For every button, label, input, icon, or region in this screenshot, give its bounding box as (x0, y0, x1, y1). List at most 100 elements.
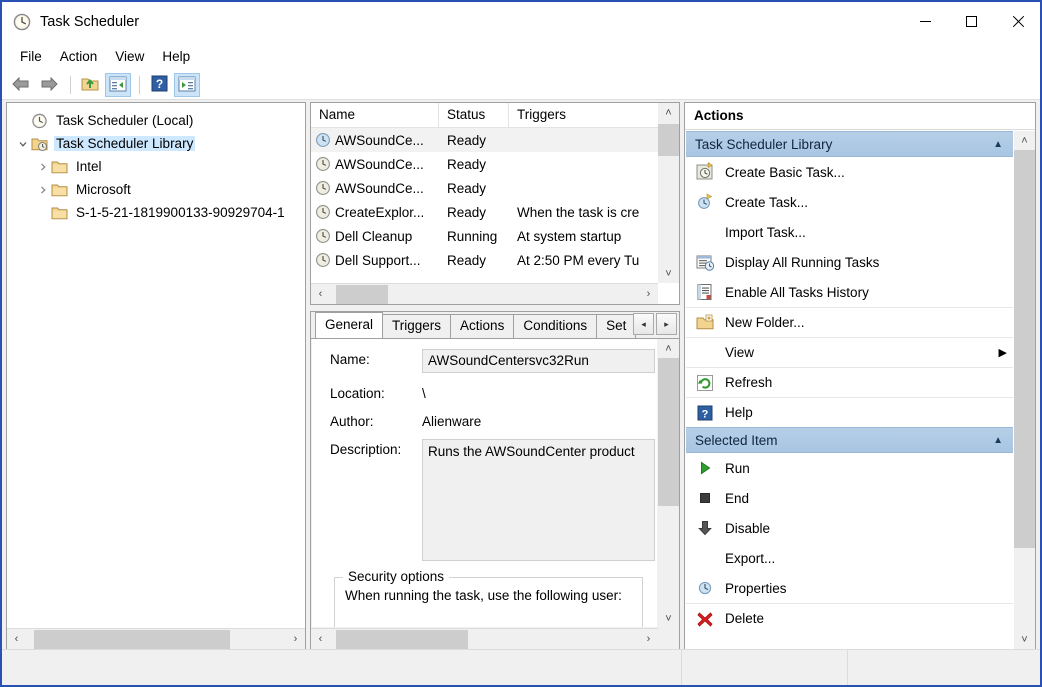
action-create-task[interactable]: Create Task... (686, 187, 1013, 217)
column-header-triggers[interactable]: Triggers (509, 103, 639, 127)
scroll-left-arrow-icon[interactable]: ‹ (7, 629, 26, 650)
scroll-right-arrow-icon[interactable]: › (286, 629, 305, 650)
task-list-hscroll-thumb[interactable] (336, 285, 388, 304)
maximize-button[interactable] (948, 2, 994, 41)
up-one-level-button[interactable] (77, 73, 103, 97)
menu-file[interactable]: File (11, 46, 51, 67)
task-list-horizontal-scrollbar[interactable]: ‹ › (311, 283, 658, 304)
task-list-vscroll-track[interactable] (658, 122, 679, 264)
tree-hscroll-thumb[interactable] (34, 630, 230, 649)
scroll-right-arrow-icon[interactable]: › (639, 284, 658, 305)
collapse-caret-icon[interactable]: ▲ (993, 435, 1003, 446)
security-options-title: Security options (343, 569, 449, 584)
show-hide-action-pane-button[interactable] (174, 73, 200, 97)
collapse-caret-icon[interactable]: ▲ (993, 139, 1003, 150)
tab-actions[interactable]: Actions (450, 314, 514, 338)
action-display-all-running-tasks[interactable]: Display All Running Tasks (686, 247, 1013, 277)
scroll-up-arrow-icon[interactable]: ˄ (658, 339, 679, 358)
column-header-name[interactable]: Name (311, 103, 439, 127)
folder-up-icon (80, 75, 100, 96)
action-disable[interactable]: Disable (686, 513, 1013, 543)
tree-item-sid-folder[interactable]: S-1-5-21-1819900133-90929704-1 (13, 201, 305, 224)
task-clock-icon (315, 252, 331, 268)
action-properties[interactable]: Properties (686, 573, 1013, 603)
tree-hscroll-track[interactable] (26, 629, 286, 650)
tree-horizontal-scrollbar[interactable]: ‹ › (7, 628, 305, 649)
scroll-down-arrow-icon[interactable]: ˅ (658, 609, 679, 628)
table-row[interactable]: Dell Cleanup Running At system startup (311, 224, 658, 248)
scroll-up-arrow-icon[interactable]: ˄ (658, 103, 679, 122)
field-description-row: Description: Runs the AWSoundCenter prod… (312, 439, 657, 561)
show-hide-console-tree-button[interactable] (105, 73, 131, 97)
details-vscroll-thumb[interactable] (658, 358, 679, 506)
actions-section-task-scheduler-library[interactable]: Task Scheduler Library ▲ (686, 131, 1013, 157)
scroll-left-arrow-icon[interactable]: ‹ (311, 284, 330, 305)
action-refresh[interactable]: Refresh (686, 367, 1013, 397)
actions-vertical-scrollbar[interactable]: ˄ ˅ (1014, 131, 1035, 649)
scroll-down-arrow-icon[interactable]: ˅ (1014, 630, 1035, 649)
details-hscroll-track[interactable] (330, 629, 639, 650)
actions-vscroll-thumb[interactable] (1014, 150, 1035, 548)
task-name: AWSoundCe... (335, 133, 424, 148)
tab-scroll-left-button[interactable]: ◂ (633, 313, 654, 335)
action-run[interactable]: Run (686, 453, 1013, 483)
help-button[interactable]: ? (146, 73, 172, 97)
actions-vscroll-track[interactable] (1014, 150, 1035, 630)
task-list-vertical-scrollbar[interactable]: ˄ ˅ (658, 103, 679, 283)
tab-triggers[interactable]: Triggers (382, 314, 451, 338)
action-delete[interactable]: Delete (686, 603, 1013, 633)
menu-view[interactable]: View (106, 46, 153, 67)
column-header-status[interactable]: Status (439, 103, 509, 127)
table-row[interactable]: AWSoundCe... Ready (311, 128, 658, 152)
scroll-down-arrow-icon[interactable]: ˅ (658, 264, 679, 283)
action-enable-all-tasks-history[interactable]: Enable All Tasks History (686, 277, 1013, 307)
scroll-left-arrow-icon[interactable]: ‹ (311, 629, 330, 650)
table-row[interactable]: AWSoundCe... Ready (311, 176, 658, 200)
details-vscroll-track[interactable] (658, 358, 679, 609)
action-view[interactable]: View ▶ (686, 337, 1013, 367)
task-list-hscroll-track[interactable] (330, 284, 639, 305)
minimize-button[interactable] (902, 2, 948, 41)
svg-text:?: ? (155, 77, 162, 91)
tree-item-task-scheduler-local[interactable]: Task Scheduler (Local) (13, 109, 305, 132)
tab-scroll-right-button[interactable]: ▸ (656, 313, 677, 335)
name-field[interactable]: AWSoundCentersvc32Run (422, 349, 655, 373)
tree-item-microsoft[interactable]: Microsoft (13, 178, 305, 201)
action-label: Create Basic Task... (725, 165, 1013, 180)
field-label-author: Author: (330, 411, 422, 429)
action-help[interactable]: ? Help (686, 397, 1013, 427)
tab-conditions[interactable]: Conditions (513, 314, 597, 338)
action-export[interactable]: Export... (686, 543, 1013, 573)
scroll-up-arrow-icon[interactable]: ˄ (1014, 131, 1035, 150)
actions-section-selected-item[interactable]: Selected Item ▲ (686, 427, 1013, 453)
field-label-name: Name: (330, 349, 422, 367)
close-button[interactable] (994, 2, 1040, 41)
tree-item-intel[interactable]: Intel (13, 155, 305, 178)
table-row[interactable]: Dell Support... Ready At 2:50 PM every T… (311, 248, 658, 272)
details-horizontal-scrollbar[interactable]: ‹ › (311, 628, 658, 649)
scroll-right-arrow-icon[interactable]: › (639, 629, 658, 650)
task-list-vscroll-thumb[interactable] (658, 124, 679, 156)
chevron-down-icon[interactable] (15, 136, 31, 152)
table-row[interactable]: AWSoundCe... Ready (311, 152, 658, 176)
import-task-icon-placeholder (695, 222, 715, 242)
menu-help[interactable]: Help (153, 46, 199, 67)
submenu-arrow-icon[interactable]: ▶ (999, 346, 1007, 359)
menu-action[interactable]: Action (51, 46, 107, 67)
forward-button[interactable] (36, 73, 62, 97)
action-create-basic-task[interactable]: Create Basic Task... (686, 157, 1013, 187)
action-import-task[interactable]: Import Task... (686, 217, 1013, 247)
action-end[interactable]: End (686, 483, 1013, 513)
chevron-right-icon[interactable] (35, 159, 51, 175)
field-label-location: Location: (330, 383, 422, 401)
tab-general[interactable]: General (315, 312, 383, 338)
back-button[interactable] (8, 73, 34, 97)
tree-item-task-scheduler-library[interactable]: Task Scheduler Library (13, 132, 305, 155)
run-play-icon (695, 458, 715, 478)
details-hscroll-thumb[interactable] (336, 630, 468, 649)
chevron-right-icon[interactable] (35, 182, 51, 198)
table-row[interactable]: CreateExplor... Ready When the task is c… (311, 200, 658, 224)
action-new-folder[interactable]: New Folder... (686, 307, 1013, 337)
description-field[interactable]: Runs the AWSoundCenter product (422, 439, 655, 561)
details-vertical-scrollbar[interactable]: ˄ ˅ (658, 339, 679, 628)
